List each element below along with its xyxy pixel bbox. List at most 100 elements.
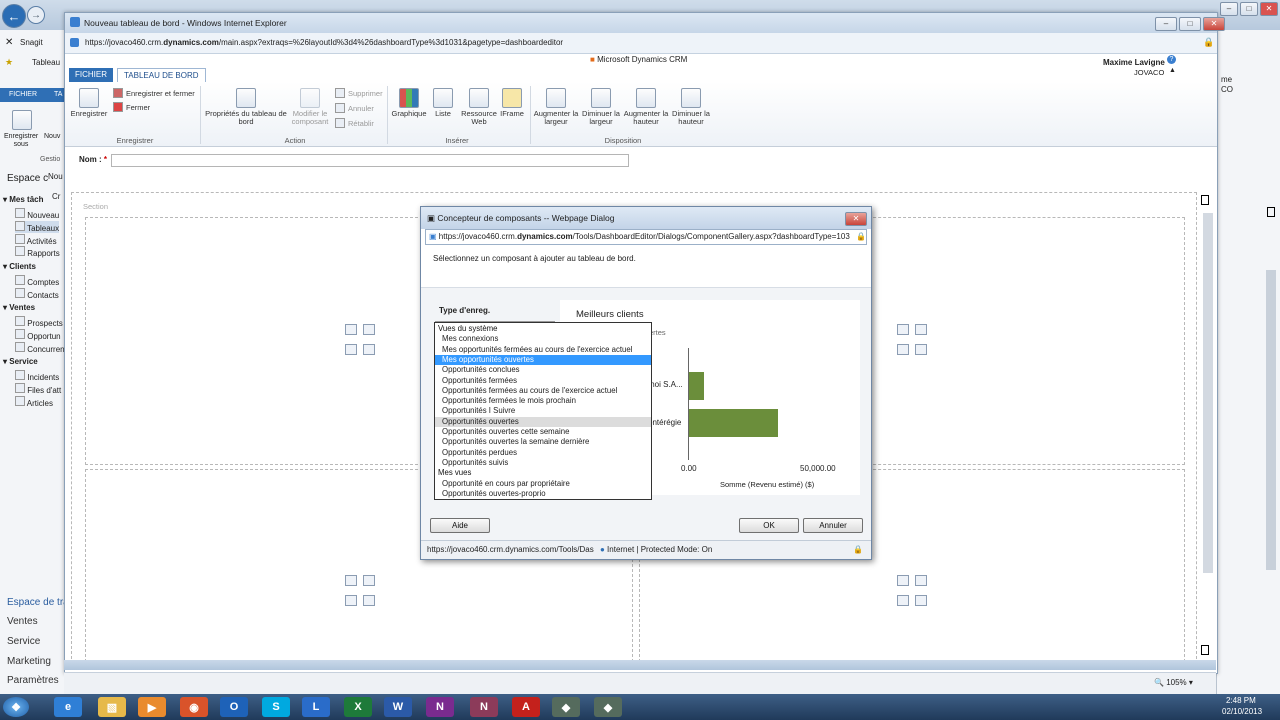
- outlook-taskbar-icon[interactable]: O: [220, 697, 248, 717]
- outer-scrollbar[interactable]: [1266, 270, 1276, 570]
- increase-width-button[interactable]: Augmenter la largeur: [533, 88, 579, 126]
- nav-section-tasks[interactable]: ▾ Mes tâch: [3, 195, 43, 204]
- nav-item-rapports[interactable]: Rapports: [15, 246, 60, 258]
- slot1-web-icon[interactable]: [345, 344, 357, 355]
- onenote2-taskbar-icon[interactable]: N: [470, 697, 498, 717]
- slot4-list-icon[interactable]: [915, 575, 927, 586]
- list-item[interactable]: Mes connexions: [435, 334, 651, 344]
- tab-tableau-de-bord[interactable]: TABLEAU DE BORD: [117, 68, 206, 83]
- tab-fichier[interactable]: FICHIER: [69, 68, 113, 82]
- dialog-close-icon[interactable]: ✕: [845, 212, 867, 226]
- outer-save-as-label[interactable]: Enregistrer sous: [4, 133, 38, 149]
- list-item[interactable]: Mes opportunités fermées au cours de l'e…: [435, 345, 651, 355]
- list-item[interactable]: Opportunités fermées: [435, 376, 651, 386]
- slot1-iframe-icon[interactable]: [363, 344, 375, 355]
- explorer-taskbar-icon[interactable]: ▧: [98, 697, 126, 717]
- nav-settings-link[interactable]: Paramètres: [7, 675, 59, 686]
- slot2-chart-icon[interactable]: [897, 324, 909, 335]
- clock-time[interactable]: 2:48 PM: [1226, 696, 1256, 705]
- close-icon[interactable]: ✕: [1260, 2, 1278, 16]
- decrease-height-button[interactable]: Diminuer la hauteur: [669, 88, 713, 126]
- chart-button[interactable]: Graphique: [391, 88, 427, 118]
- nav-workspace-link[interactable]: Espace de tra: [7, 597, 69, 608]
- nav-item-nouveau[interactable]: Nouveau: [15, 208, 59, 220]
- back-icon[interactable]: ←: [2, 4, 26, 28]
- slot4-iframe-icon[interactable]: [915, 595, 927, 606]
- increase-height-button[interactable]: Augmenter la hauteur: [623, 88, 669, 126]
- nav-ventes-link[interactable]: Ventes: [7, 616, 38, 627]
- delete-button[interactable]: Supprimer: [335, 88, 383, 98]
- dashboard-properties-button[interactable]: Propriétés du tableau de bord: [205, 88, 287, 126]
- media-taskbar-icon[interactable]: ▶: [138, 697, 166, 717]
- save-close-button[interactable]: Enregistrer et fermer: [113, 88, 195, 98]
- list-item[interactable]: Mes opportunités ouvertes: [435, 354, 651, 366]
- slot1-chart-icon[interactable]: [345, 324, 357, 335]
- pdf-taskbar-icon[interactable]: A: [512, 697, 540, 717]
- app2-taskbar-icon[interactable]: ◆: [594, 697, 622, 717]
- iframe-button[interactable]: IFrame: [499, 88, 525, 118]
- decrease-width-button[interactable]: Diminuer la largeur: [579, 88, 623, 126]
- undo-button[interactable]: Annuler: [335, 103, 374, 113]
- name-input[interactable]: [111, 154, 629, 167]
- nav-item-concurrents[interactable]: Concurren: [15, 342, 65, 354]
- maximize-icon[interactable]: □: [1240, 2, 1258, 16]
- nav-item-comptes[interactable]: Comptes: [15, 275, 59, 287]
- skype-taskbar-icon[interactable]: S: [262, 697, 290, 717]
- help-button[interactable]: Aide: [430, 518, 490, 533]
- list-item[interactable]: Opportunités fermées au cours de l'exerc…: [435, 386, 651, 396]
- ie-url[interactable]: https://jovaco460.crm.dynamics.com/main.…: [85, 38, 563, 47]
- list-button[interactable]: Liste: [429, 88, 457, 118]
- firefox-taskbar-icon[interactable]: ◉: [180, 697, 208, 717]
- lync-taskbar-icon[interactable]: L: [302, 697, 330, 717]
- snagit-tab[interactable]: Snagit: [20, 38, 43, 47]
- ie-minimize-icon[interactable]: –: [1155, 17, 1177, 31]
- component-view-list[interactable]: Vues du système Mes connexions Mes opportu…: [434, 322, 652, 500]
- nav-item-activites[interactable]: Activités: [15, 234, 57, 246]
- minimize-icon[interactable]: –: [1220, 2, 1238, 16]
- ie-address-bar[interactable]: https://jovaco460.crm.dynamics.com/main.…: [65, 33, 1217, 54]
- save-as-icon[interactable]: [12, 110, 32, 130]
- close-tab-icon[interactable]: ✕: [5, 37, 13, 48]
- favorites-star-icon[interactable]: ★: [5, 57, 13, 68]
- slot4-web-icon[interactable]: [897, 595, 909, 606]
- help-icon[interactable]: ?: [1167, 55, 1176, 64]
- forward-icon[interactable]: →: [27, 6, 45, 24]
- slot2-web-icon[interactable]: [897, 344, 909, 355]
- slot3-chart-icon[interactable]: [345, 575, 357, 586]
- slot2-list-icon[interactable]: [915, 324, 927, 335]
- app-taskbar-icon[interactable]: ◆: [552, 697, 580, 717]
- ie-maximize-icon[interactable]: □: [1179, 17, 1201, 31]
- nav-item-tableaux[interactable]: Tableaux: [15, 221, 60, 233]
- user-name[interactable]: Maxime Lavigne: [1103, 58, 1165, 67]
- nav-item-opportunites[interactable]: Opportun: [15, 329, 61, 341]
- start-button-icon[interactable]: ❖: [3, 697, 29, 717]
- list-item[interactable]: Opportunités ouvertes la semaine dernièr…: [435, 437, 651, 447]
- nav-item-prospects[interactable]: Prospects: [15, 316, 63, 328]
- list-item[interactable]: Opportunités perdues: [435, 448, 651, 458]
- redo-button[interactable]: Rétablir: [335, 118, 374, 128]
- slot1-list-icon[interactable]: [363, 324, 375, 335]
- ie-close-icon[interactable]: ✕: [1203, 17, 1225, 31]
- ie-taskbar-icon[interactable]: e: [54, 697, 82, 717]
- crm-scroll-strip[interactable]: [64, 660, 1216, 670]
- outer-tab-ta[interactable]: TA: [54, 91, 62, 98]
- nav-section-clients[interactable]: ▾ Clients: [3, 262, 36, 271]
- slot3-list-icon[interactable]: [363, 575, 375, 586]
- nav-item-files[interactable]: Files d'att: [15, 383, 61, 395]
- list-item[interactable]: Opportunités conclues: [435, 365, 651, 375]
- onenote-taskbar-icon[interactable]: N: [426, 697, 454, 717]
- web-resource-button[interactable]: Ressource Web: [459, 88, 499, 126]
- slot3-web-icon[interactable]: [345, 595, 357, 606]
- word-taskbar-icon[interactable]: W: [384, 697, 412, 717]
- ok-button[interactable]: OK: [739, 518, 799, 533]
- nav-item-articles[interactable]: Articles: [15, 396, 53, 408]
- list-item[interactable]: Opportunité en cours par propriétaire: [435, 479, 651, 489]
- slot4-chart-icon[interactable]: [897, 575, 909, 586]
- editor-scrollbar[interactable]: [1203, 213, 1213, 573]
- tableau-tab[interactable]: Tableau: [32, 58, 60, 67]
- nav-item-contacts[interactable]: Contacts: [15, 288, 59, 300]
- outer-tab-fichier[interactable]: FICHIER: [9, 91, 37, 98]
- zoom-level[interactable]: 🔍 105% ▾: [1154, 678, 1193, 687]
- slot3-iframe-icon[interactable]: [363, 595, 375, 606]
- list-item[interactable]: Opportunités I Suivre: [435, 406, 651, 416]
